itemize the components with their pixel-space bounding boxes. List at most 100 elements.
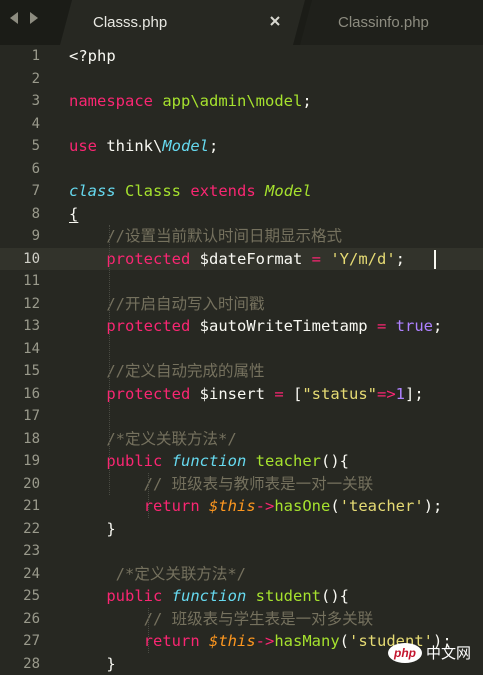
code-text: }: [69, 653, 116, 675]
code-line[interactable]: 20 // 班级表与教师表是一对一关联: [0, 473, 483, 496]
code-token: [69, 317, 106, 335]
code-token: extends: [190, 182, 255, 200]
code-line[interactable]: 26 // 班级表与学生表是一对多关联: [0, 608, 483, 631]
line-number: 22: [0, 518, 40, 541]
php-logo: php: [388, 643, 422, 663]
code-text: protected $autoWriteTimetamp = true;: [69, 315, 442, 338]
code-line[interactable]: 23: [0, 540, 483, 563]
code-line[interactable]: 6: [0, 158, 483, 181]
code-text: class Classs extends Model: [69, 180, 312, 203]
code-text: {: [69, 203, 78, 226]
code-token: app\admin\model: [162, 92, 302, 110]
code-line[interactable]: 15 //定义自动完成的属性: [0, 360, 483, 383]
code-line[interactable]: 11: [0, 270, 483, 293]
code-line[interactable]: 25 public function student(){: [0, 585, 483, 608]
code-token: hasOne: [274, 497, 330, 515]
code-line[interactable]: 9 //设置当前默认时间日期显示格式: [0, 225, 483, 248]
code-token: [162, 452, 171, 470]
line-number: 16: [0, 383, 40, 406]
code-line[interactable]: 24 /*定义关联方法*/: [0, 563, 483, 586]
next-tab-icon[interactable]: [26, 10, 42, 26]
code-token: "status": [302, 385, 377, 403]
close-tab-icon[interactable]: [268, 14, 282, 28]
code-token: =: [274, 385, 283, 403]
code-token: return: [144, 632, 200, 650]
tab-label: Classinfo.php: [338, 14, 429, 31]
code-text: }: [69, 518, 116, 541]
tab-classs-php[interactable]: Classs.php: [60, 0, 305, 45]
code-token: }: [69, 520, 116, 538]
code-text: public function student(){: [69, 585, 349, 608]
code-token: <?php: [69, 47, 116, 65]
code-line[interactable]: 22 }: [0, 518, 483, 541]
code-token: =: [377, 317, 386, 335]
code-line[interactable]: 17: [0, 405, 483, 428]
code-text: return $this->hasOne('teacher');: [69, 495, 442, 518]
code-token: ->: [256, 497, 275, 515]
editor-window: Classs.php Classinfo.php 1<?php23namespa…: [0, 0, 483, 669]
code-token: =: [312, 250, 321, 268]
code-token: [321, 250, 330, 268]
code-line[interactable]: 8{: [0, 203, 483, 226]
code-line[interactable]: 1<?php: [0, 45, 483, 68]
code-line[interactable]: 18 /*定义关联方法*/: [0, 428, 483, 451]
code-token: [69, 430, 106, 448]
code-line[interactable]: 2: [0, 68, 483, 91]
text-cursor: [434, 250, 436, 269]
code-token: [116, 182, 125, 200]
code-line[interactable]: 16 protected $insert = ["status"=>1];: [0, 383, 483, 406]
code-token: /*定义关联方法*/: [106, 430, 236, 448]
code-token: [69, 250, 106, 268]
code-token: //定义自动完成的属性: [106, 362, 264, 380]
line-number: 10: [0, 248, 40, 271]
code-token: class: [69, 182, 116, 200]
code-token: use: [69, 137, 97, 155]
code-line[interactable]: 13 protected $autoWriteTimetamp = true;: [0, 315, 483, 338]
code-token: [200, 632, 209, 650]
code-token: function: [172, 587, 247, 605]
code-token: }: [69, 655, 116, 673]
code-text: //定义自动完成的属性: [69, 360, 265, 383]
code-line[interactable]: 5use think\Model;: [0, 135, 483, 158]
code-token: ;: [302, 92, 311, 110]
code-token: $insert: [190, 385, 274, 403]
code-line[interactable]: 21 return $this->hasOne('teacher');: [0, 495, 483, 518]
code-token: [69, 610, 144, 628]
code-token: true: [396, 317, 433, 335]
code-token: [69, 385, 106, 403]
code-token: ;: [209, 137, 218, 155]
code-text: // 班级表与教师表是一对一关联: [69, 473, 373, 496]
previous-tab-icon[interactable]: [6, 10, 22, 26]
line-number: 11: [0, 270, 40, 293]
code-line[interactable]: 7class Classs extends Model: [0, 180, 483, 203]
code-token: //设置当前默认时间日期显示格式: [106, 227, 342, 245]
tab-classinfo-php[interactable]: Classinfo.php: [300, 0, 483, 45]
code-line[interactable]: 19 public function teacher(){: [0, 450, 483, 473]
code-line[interactable]: 12 //开启自动写入时间戳: [0, 293, 483, 316]
code-line[interactable]: 4: [0, 113, 483, 136]
code-token: [162, 587, 171, 605]
code-token: protected: [106, 250, 190, 268]
line-number: 8: [0, 203, 40, 226]
code-text: protected $insert = ["status"=>1];: [69, 383, 424, 406]
line-number: 28: [0, 653, 40, 675]
code-token: ;: [433, 317, 442, 335]
code-token: [386, 317, 395, 335]
line-number: 4: [0, 113, 40, 136]
code-token: [69, 587, 106, 605]
line-number: 21: [0, 495, 40, 518]
line-number: 26: [0, 608, 40, 631]
line-number: 13: [0, 315, 40, 338]
code-token: // 班级表与学生表是一对多关联: [144, 610, 374, 628]
line-number: 6: [0, 158, 40, 181]
code-token: =>: [377, 385, 396, 403]
code-editor[interactable]: 1<?php23namespace app\admin\model;45use …: [0, 45, 483, 669]
watermark-text: 中文网: [426, 642, 471, 663]
code-line[interactable]: 14: [0, 338, 483, 361]
code-token: 1: [396, 385, 405, 403]
code-text: /*定义关联方法*/: [69, 428, 237, 451]
code-text: namespace app\admin\model;: [69, 90, 312, 113]
code-line[interactable]: 3namespace app\admin\model;: [0, 90, 483, 113]
code-line[interactable]: 10 protected $dateFormat = 'Y/m/d';: [0, 248, 483, 271]
code-token: (){: [321, 587, 349, 605]
